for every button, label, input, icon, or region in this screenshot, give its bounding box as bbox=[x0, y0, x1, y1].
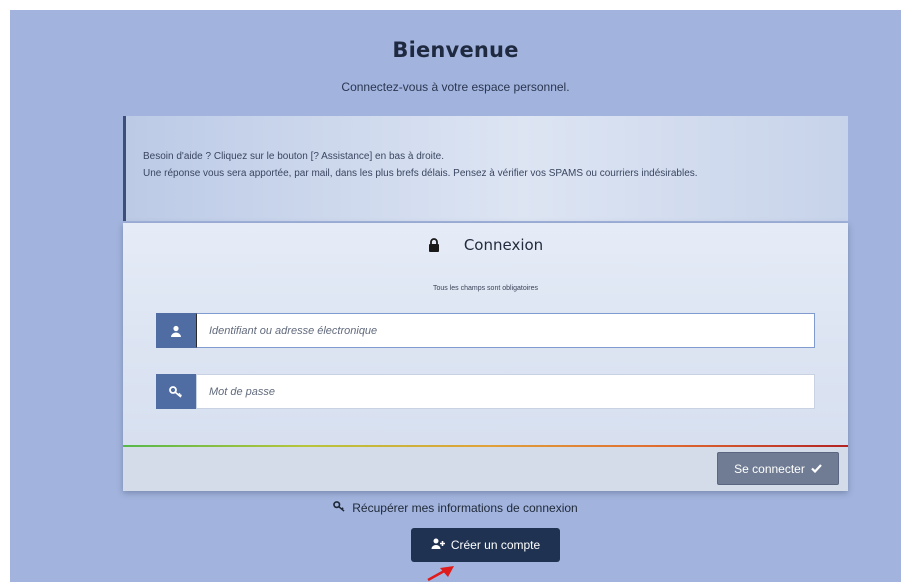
username-input[interactable] bbox=[196, 313, 815, 348]
page-title: Bienvenue bbox=[392, 38, 519, 62]
key-icon bbox=[333, 501, 346, 515]
login-button[interactable]: Se connecter bbox=[717, 452, 839, 485]
key-icon bbox=[156, 374, 196, 409]
annotation-arrow-icon bbox=[427, 566, 454, 582]
required-fields-note: Tous les champs sont obligatoires bbox=[432, 285, 539, 292]
add-user-icon bbox=[431, 538, 445, 552]
create-account-label: Créer un compte bbox=[450, 538, 541, 552]
recover-credentials-link[interactable]: Récupérer mes informations de connexion bbox=[0, 501, 911, 515]
help-text: Besoin d'aide ? Cliquez sur le bouton [?… bbox=[143, 148, 833, 182]
page-subtitle: Connectez-vous à votre espace personnel. bbox=[341, 80, 570, 94]
password-input[interactable] bbox=[196, 374, 815, 409]
help-line-2: Une réponse vous sera apportée, par mail… bbox=[143, 168, 698, 179]
password-field-group bbox=[156, 374, 815, 409]
username-field-group bbox=[156, 313, 815, 348]
login-card: Connexion Tous les champs sont obligatoi… bbox=[123, 223, 848, 491]
login-button-label: Se connecter bbox=[734, 461, 805, 476]
recover-credentials-label: Récupérer mes informations de connexion bbox=[352, 501, 578, 515]
help-line-1: Besoin d'aide ? Cliquez sur le bouton [?… bbox=[143, 151, 444, 162]
login-card-header: Connexion bbox=[123, 233, 848, 257]
lock-icon bbox=[428, 238, 440, 252]
login-title: Connexion bbox=[463, 236, 544, 254]
help-notice: Besoin d'aide ? Cliquez sur le bouton [?… bbox=[123, 116, 848, 221]
check-icon bbox=[811, 462, 822, 476]
create-account-button[interactable]: Créer un compte bbox=[411, 528, 560, 562]
user-icon bbox=[156, 313, 196, 348]
